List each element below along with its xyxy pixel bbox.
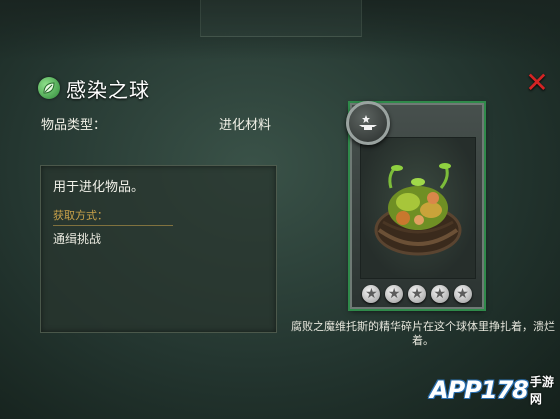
star-rating: ★ ★ ★ ★ ★ — [360, 285, 474, 303]
obtain-method-label: 获取方式： — [53, 207, 173, 226]
star-icon: ★ — [407, 285, 426, 303]
star-icon: ★ — [453, 285, 472, 303]
item-type-label: 物品类型： — [41, 118, 107, 133]
watermark-brand: APP178 — [430, 376, 529, 404]
item-art-image — [360, 137, 476, 279]
item-description: 用于进化物品。 — [53, 180, 145, 195]
star-icon: ★ — [385, 285, 404, 303]
item-type-value: 进化材料 — [219, 118, 272, 133]
leaf-icon — [38, 77, 60, 99]
star-icon: ★ — [430, 285, 449, 303]
top-frame-ornament — [0, 0, 560, 60]
close-icon[interactable]: ✕ — [524, 69, 550, 97]
star-icon: ★ — [362, 285, 381, 303]
description-panel: 用于进化物品。 获取方式： 通缉挑战 — [40, 165, 277, 333]
obtain-method-link[interactable]: 通缉挑战 — [53, 230, 101, 247]
item-title: 感染之球 — [66, 77, 150, 102]
anvil-icon — [346, 101, 390, 145]
item-lore-text: 腐败之魔维托斯的精华碎片在这个球体里挣扎着，溃烂着。 — [291, 320, 555, 347]
site-watermark: APP178 手游网 — [430, 368, 560, 412]
item-header: 感染之球 — [38, 73, 150, 103]
watermark-suffix: 手游网 — [529, 375, 554, 406]
